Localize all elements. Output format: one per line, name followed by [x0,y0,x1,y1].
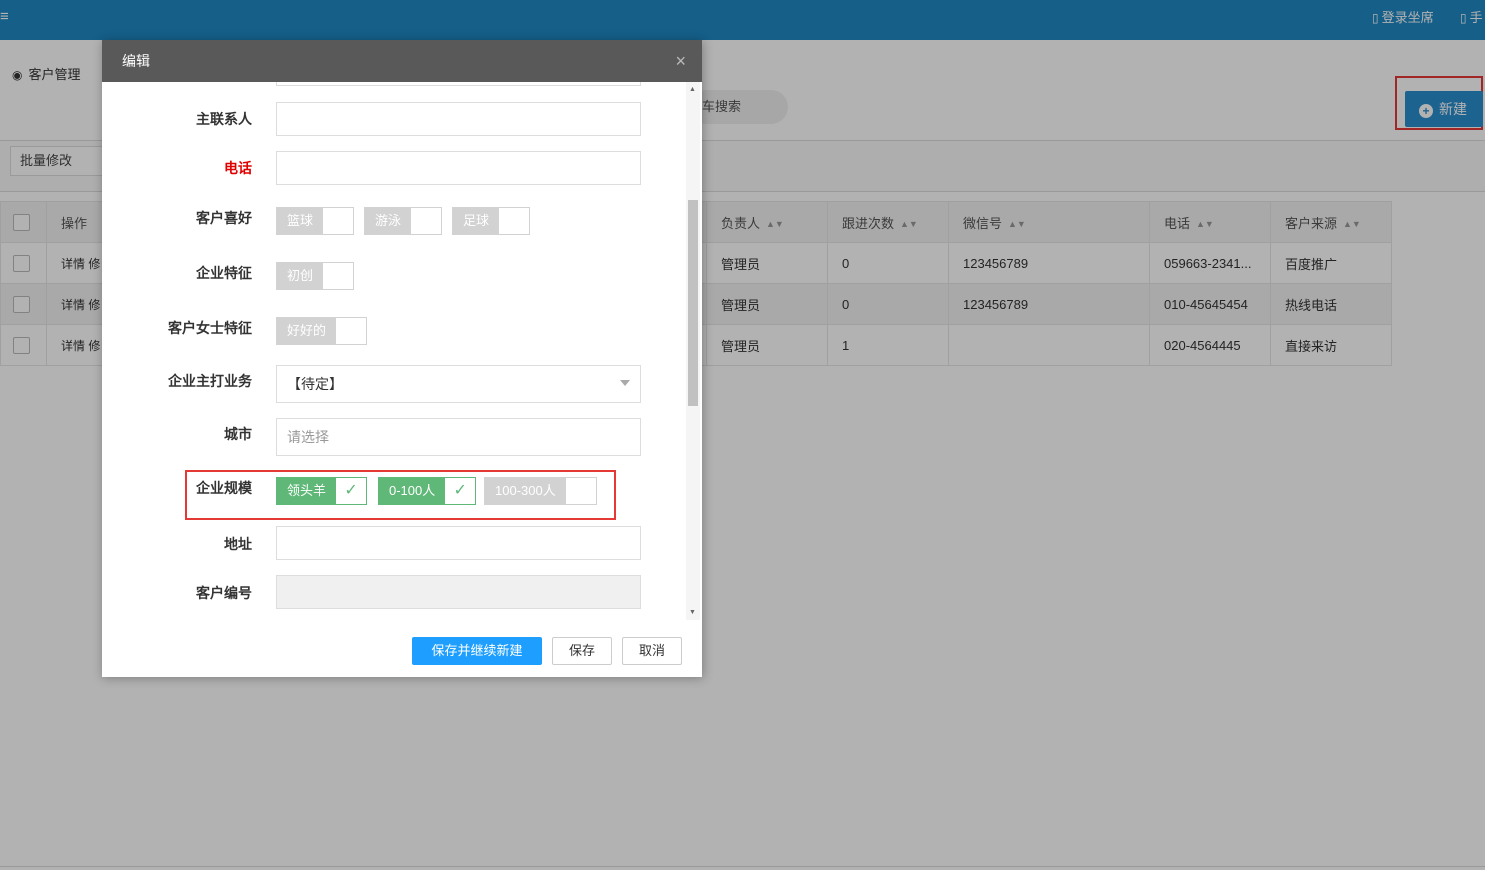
phone-input[interactable] [276,151,641,185]
previous-field-input[interactable] [276,82,641,86]
field-label: 企业主打业务 [168,373,252,389]
dialog-scrollbar[interactable]: ▲ ▼ [686,82,700,620]
dialog-body[interactable]: 主联系人 电话 客户喜好 篮球 游泳 足球 企业特征 初创 客户女士特征 好好的… [102,82,702,620]
check-icon: ✓ [445,478,476,504]
hobby-checkbox[interactable]: 足球 [452,207,531,235]
scale-checkbox-100-300[interactable]: 100-300人 [484,477,597,505]
bottom-divider [0,866,1485,867]
customer-code-input [276,575,641,609]
feature-checkbox[interactable]: 初创 [276,262,355,290]
dialog-header: 编辑 × [102,40,702,82]
field-label: 客户女士特征 [168,320,252,336]
field-feature: 企业特征 初创 [102,257,682,297]
field-label: 主联系人 [196,111,252,127]
field-business: 企业主打业务 【待定】 [102,363,682,407]
field-label: 企业特征 [196,265,252,281]
dialog-title: 编辑 [122,53,150,69]
cancel-button[interactable]: 取消 [622,637,682,665]
field-code: 客户编号 [102,575,682,615]
field-main-contact: 主联系人 [102,100,682,140]
business-select[interactable]: 【待定】 [276,365,641,403]
address-input[interactable] [276,526,641,560]
field-label: 企业规模 [196,480,252,496]
field-label: 地址 [224,536,252,552]
edit-dialog: 编辑 × 主联系人 电话 客户喜好 篮球 游泳 足球 企业特征 初创 客户女士特… [102,40,702,677]
field-scale: 企业规模 领头羊 ✓ 0-100人 ✓ 100-300人 [102,472,682,516]
scale-checkbox-leader[interactable]: 领头羊 ✓ [276,477,368,505]
field-lady-feature: 客户女士特征 好好的 [102,312,682,352]
scroll-down-icon[interactable]: ▼ [689,609,696,616]
check-icon: ✓ [336,478,367,504]
chevron-down-icon [620,380,630,386]
field-hobby: 客户喜好 篮球 游泳 足球 [102,202,682,242]
main-contact-input[interactable] [276,102,641,136]
lady-feature-checkbox[interactable]: 好好的 [276,317,368,345]
hobby-checkbox[interactable]: 篮球 [276,207,355,235]
field-phone: 电话 [102,149,682,189]
scale-checkbox-0-100[interactable]: 0-100人 ✓ [378,477,477,505]
scroll-up-icon[interactable]: ▲ [689,86,696,93]
field-address: 地址 [102,526,682,566]
field-label: 客户喜好 [196,210,252,226]
field-label: 客户编号 [196,585,252,601]
close-icon[interactable]: × [675,40,686,82]
field-label: 电话 [224,160,252,176]
dialog-footer: 保存并继续新建 保存 取消 [102,620,702,677]
hobby-checkbox[interactable]: 游泳 [364,207,443,235]
scrollbar-thumb[interactable] [688,200,698,406]
city-picker[interactable]: 请选择 [276,418,641,456]
field-label: 城市 [224,426,252,442]
field-city: 城市 请选择 [102,416,682,460]
save-button[interactable]: 保存 [552,637,612,665]
save-and-new-button[interactable]: 保存并继续新建 [412,637,542,665]
